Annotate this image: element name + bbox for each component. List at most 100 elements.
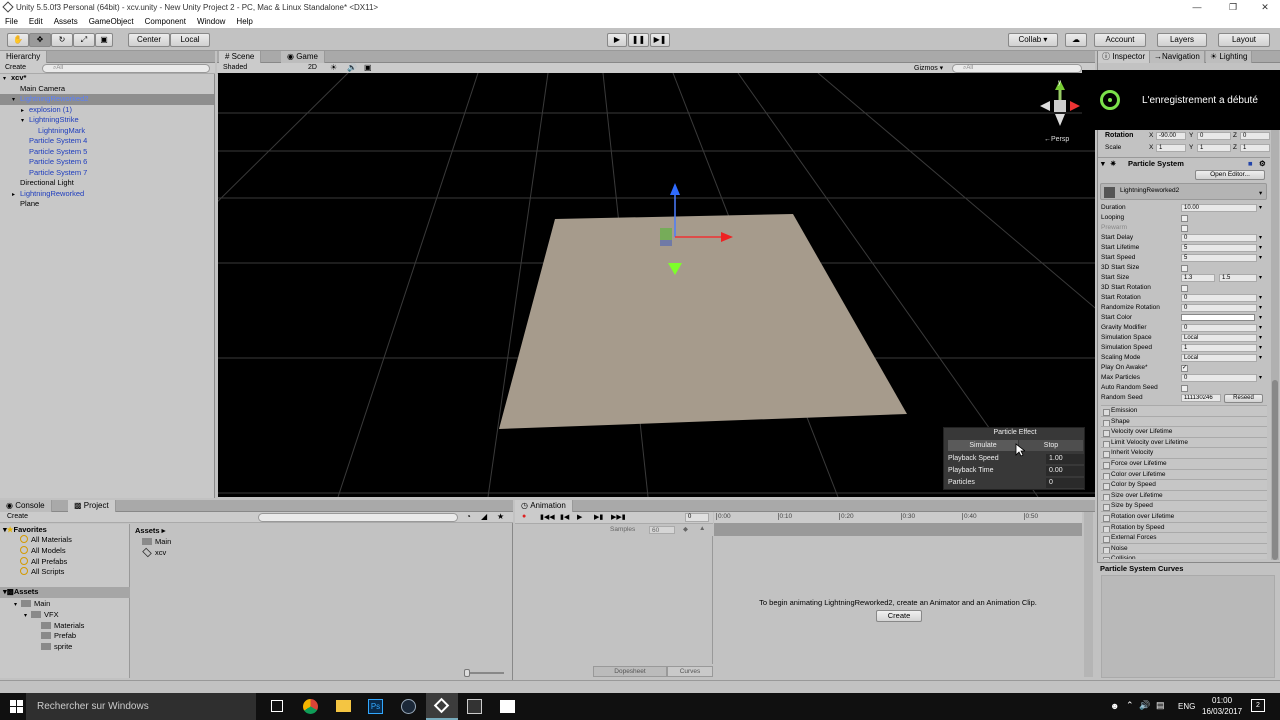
curve-mode-dropdown-icon[interactable]: ▾: [1259, 203, 1262, 213]
curve-mode-dropdown-icon[interactable]: ▾: [1259, 303, 1262, 313]
curve-mode-dropdown-icon[interactable]: ▾: [1259, 243, 1262, 253]
step-button[interactable]: ▶❚: [650, 33, 670, 47]
tray-chevron-icon[interactable]: ⌃: [1126, 700, 1134, 711]
property-field[interactable]: 1.3: [1181, 274, 1215, 282]
curve-mode-dropdown-icon[interactable]: ▾: [1259, 253, 1262, 263]
module-header[interactable]: Emission: [1101, 405, 1267, 416]
property-field[interactable]: 111130246: [1181, 394, 1221, 402]
property-field[interactable]: 0: [1181, 324, 1257, 332]
asset-file-item[interactable]: xcv: [142, 547, 166, 558]
favorite-item[interactable]: All Prefabs: [20, 556, 67, 566]
chrome-icon[interactable]: [303, 699, 318, 714]
hierarchy-item[interactable]: ▾ LightningStrike: [0, 115, 214, 126]
pivot-local-button[interactable]: Local: [170, 33, 210, 47]
menu-gameobject[interactable]: GameObject: [89, 17, 134, 26]
hierarchy-create-button[interactable]: Create: [5, 64, 26, 71]
foldout-arrow-icon[interactable]: ▾: [21, 116, 29, 126]
asset-folder-item[interactable]: Materials: [34, 621, 84, 630]
volume-icon[interactable]: 🔊: [1139, 700, 1150, 711]
account-button[interactable]: Account: [1094, 33, 1146, 47]
curves-area[interactable]: [1101, 575, 1275, 678]
move-tool-button[interactable]: ✥: [29, 33, 51, 47]
collab-button[interactable]: Collab ▾: [1008, 33, 1058, 47]
clock-time[interactable]: 01:00: [1212, 696, 1232, 705]
property-field[interactable]: 5: [1181, 244, 1257, 252]
asset-folder-item[interactable]: sprite: [34, 642, 72, 651]
particle-system-header[interactable]: ▾ ✷ Particle System ■ ⚙: [1098, 157, 1270, 169]
asset-folder-item[interactable]: Prefab: [34, 631, 76, 640]
project-search-input[interactable]: [258, 513, 458, 522]
assets-breadcrumb[interactable]: Assets ▸: [135, 526, 165, 535]
favorite-star-icon[interactable]: ★: [497, 512, 504, 521]
module-header[interactable]: Noise: [1101, 542, 1267, 554]
property-field[interactable]: 10.00: [1181, 204, 1257, 212]
scale-x-field[interactable]: 1: [1156, 144, 1186, 152]
rotation-x-field[interactable]: -90.00: [1156, 132, 1186, 140]
tab-lighting[interactable]: ☀ Lighting: [1206, 51, 1253, 63]
curve-mode-dropdown-icon[interactable]: ▾: [1259, 293, 1262, 303]
hierarchy-search-input[interactable]: ⌕All: [42, 64, 210, 73]
pivot-center-button[interactable]: Center: [128, 33, 170, 47]
foldout-arrow-icon[interactable]: ▾: [14, 601, 21, 608]
menu-assets[interactable]: Assets: [54, 17, 78, 26]
clapper-icon[interactable]: [500, 700, 515, 713]
property-field[interactable]: 1: [1181, 344, 1257, 352]
taskbar-search-box[interactable]: Rechercher sur Windows: [26, 693, 256, 720]
module-header[interactable]: Velocity over Lifetime: [1101, 426, 1267, 437]
dopesheet-tab[interactable]: Dopesheet: [593, 666, 667, 677]
orientation-gizmo[interactable]: y: [1036, 78, 1086, 138]
rotation-y-field[interactable]: 0: [1197, 132, 1231, 140]
tab-scene[interactable]: # Scene: [219, 51, 262, 63]
particle-effect-value[interactable]: 0.00: [1046, 466, 1084, 476]
curve-mode-dropdown-icon[interactable]: ▾: [1259, 273, 1262, 283]
pause-button[interactable]: ❚❚: [628, 33, 649, 47]
property-field[interactable]: 0: [1181, 294, 1257, 302]
timeline-ruler[interactable]: 0:00 0:10 0:20 0:30 0:40 0:50: [714, 512, 1082, 524]
notification-center-icon[interactable]: 2: [1251, 699, 1265, 712]
module-header[interactable]: Size over Lifetime: [1101, 489, 1267, 501]
menu-component[interactable]: Component: [145, 17, 186, 26]
unity-taskbar-icon[interactable]: [426, 693, 458, 720]
module-header[interactable]: Color by Speed: [1101, 479, 1267, 490]
curve-mode-dropdown-icon[interactable]: ▾: [1259, 333, 1262, 343]
module-header[interactable]: Limit Velocity over Lifetime: [1101, 436, 1267, 448]
tab-animation[interactable]: ◷ Animation: [515, 500, 573, 512]
property-checkbox[interactable]: [1181, 265, 1188, 272]
steam-icon[interactable]: [401, 699, 416, 714]
rect-tool-button[interactable]: ▣: [95, 33, 113, 47]
cloud-button[interactable]: ☁: [1065, 33, 1087, 47]
rotate-tool-button[interactable]: ↻: [51, 33, 73, 47]
property-field-max[interactable]: 1.5: [1219, 274, 1257, 282]
scale-tool-button[interactable]: ⤢: [73, 33, 95, 47]
asset-folder-item[interactable]: ▾ VFX: [24, 610, 59, 619]
settings-gear-icon[interactable]: ⚙: [1259, 158, 1266, 170]
effects-icon[interactable]: ▣: [364, 63, 372, 72]
favorites-header[interactable]: ▾★Favorites: [3, 525, 47, 534]
network-icon[interactable]: ▤: [1156, 700, 1165, 711]
scale-y-field[interactable]: 1: [1197, 144, 1231, 152]
menu-file[interactable]: File: [5, 17, 18, 26]
minimize-icon[interactable]: —: [1182, 0, 1212, 15]
hierarchy-item[interactable]: ▾ xcv*: [0, 73, 214, 84]
tab-console[interactable]: ◉ Console: [0, 500, 52, 512]
prev-key-button[interactable]: ▮◀: [560, 513, 569, 521]
animation-scrollbar[interactable]: [1084, 512, 1093, 677]
asset-file-item[interactable]: Main: [142, 537, 171, 546]
input-language[interactable]: ENG: [1178, 702, 1195, 711]
hierarchy-item[interactable]: ▸ LightningReworked: [0, 189, 214, 200]
curve-mode-dropdown-icon[interactable]: ▾: [1259, 343, 1262, 353]
photoshop-icon[interactable]: Ps: [368, 699, 383, 714]
hierarchy-item[interactable]: ▸ explosion (1): [0, 105, 214, 116]
property-checkbox[interactable]: [1181, 215, 1188, 222]
menu-window[interactable]: Window: [197, 17, 225, 26]
module-header[interactable]: External Forces: [1101, 532, 1267, 543]
property-field[interactable]: 0: [1181, 234, 1257, 242]
play-button[interactable]: ▶: [607, 33, 627, 47]
first-key-button[interactable]: ▮◀◀: [540, 513, 555, 521]
hand-tool-button[interactable]: ✋: [7, 33, 29, 47]
icon-size-slider[interactable]: [464, 669, 504, 677]
menu-edit[interactable]: Edit: [29, 17, 43, 26]
foldout-arrow-icon[interactable]: ▸: [21, 106, 29, 116]
help-icon[interactable]: ■: [1248, 158, 1253, 170]
open-editor-button[interactable]: Open Editor...: [1195, 170, 1265, 180]
